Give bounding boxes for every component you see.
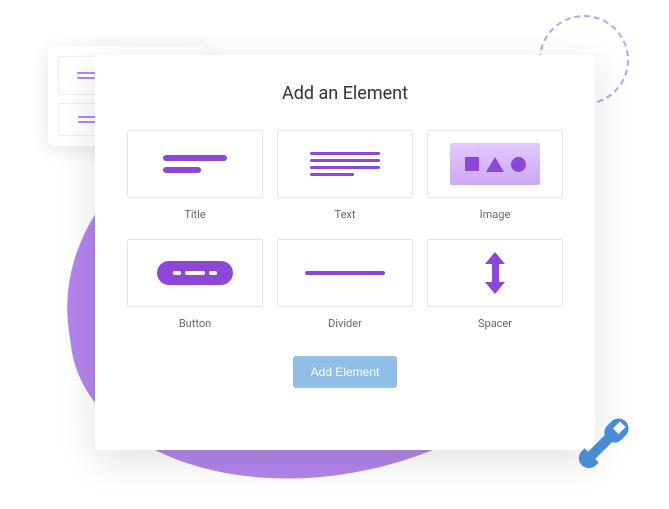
element-card-image[interactable]: Image <box>427 130 563 225</box>
add-element-button[interactable]: Add Element <box>293 356 398 388</box>
element-card-divider[interactable]: Divider <box>277 239 413 334</box>
panel-title: Add an Element <box>282 83 408 104</box>
wrench-icon <box>565 406 641 482</box>
element-preview <box>427 239 563 307</box>
divider-icon <box>305 271 385 275</box>
spacer-icon <box>483 251 507 295</box>
element-preview <box>277 239 413 307</box>
add-element-panel: Add an Element Title Text Image Button <box>95 55 595 450</box>
element-preview <box>127 130 263 198</box>
element-preview <box>127 239 263 307</box>
element-label: Button <box>179 317 211 330</box>
element-card-text[interactable]: Text <box>277 130 413 225</box>
element-label: Image <box>480 208 511 221</box>
element-grid: Title Text Image Button Divider <box>127 130 563 334</box>
element-label: Title <box>184 208 205 221</box>
title-icon <box>163 155 227 173</box>
element-card-title[interactable]: Title <box>127 130 263 225</box>
element-card-spacer[interactable]: Spacer <box>427 239 563 334</box>
text-icon <box>310 152 380 176</box>
element-label: Text <box>335 208 356 221</box>
element-preview <box>277 130 413 198</box>
element-label: Divider <box>328 317 362 330</box>
element-card-button[interactable]: Button <box>127 239 263 334</box>
image-icon <box>450 143 540 185</box>
button-icon <box>157 261 233 285</box>
element-preview <box>427 130 563 198</box>
element-label: Spacer <box>478 317 512 330</box>
